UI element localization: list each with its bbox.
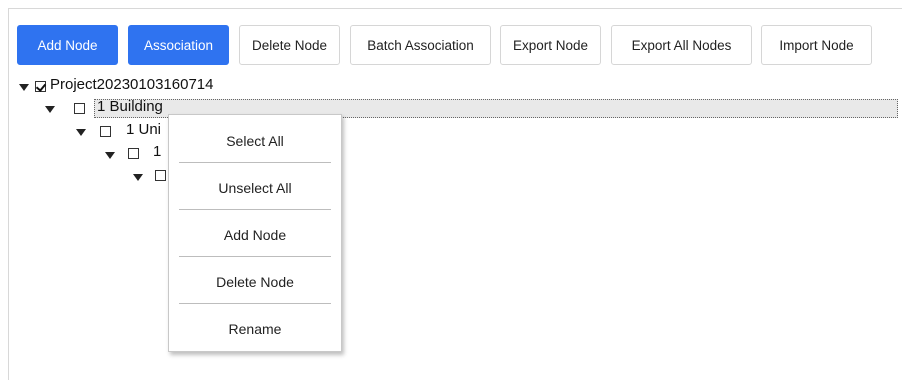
menu-item-rename[interactable]: Rename [179, 305, 331, 352]
tree-node-level3[interactable]: 1 [153, 143, 161, 160]
menu-separator [179, 162, 331, 163]
menu-item-select-all[interactable]: Select All [179, 117, 331, 164]
level4-checkbox[interactable] [155, 170, 166, 181]
expand-caret-icon[interactable] [105, 152, 115, 159]
menu-separator [179, 303, 331, 304]
context-menu: Select All Unselect All Add Node Delete … [168, 114, 342, 352]
expand-caret-icon[interactable] [76, 129, 86, 136]
expand-caret-icon[interactable] [19, 84, 29, 91]
tree-node-unit[interactable]: 1 Uni [126, 121, 161, 138]
menu-item-add-node[interactable]: Add Node [179, 211, 331, 258]
tree-node-project[interactable]: Project20230103160714 [50, 76, 213, 93]
association-button[interactable]: Association [128, 25, 229, 65]
menu-item-unselect-all[interactable]: Unselect All [179, 164, 331, 211]
add-node-button[interactable]: Add Node [17, 25, 118, 65]
batch-association-button[interactable]: Batch Association [350, 25, 491, 65]
level3-checkbox[interactable] [128, 148, 139, 159]
menu-separator [179, 209, 331, 210]
export-all-nodes-button[interactable]: Export All Nodes [611, 25, 752, 65]
menu-separator [179, 256, 331, 257]
panel-left-border [8, 8, 9, 380]
unit-checkbox[interactable] [100, 126, 111, 137]
panel-top-border [8, 8, 902, 9]
project-checkbox[interactable] [35, 81, 46, 92]
menu-item-delete-node[interactable]: Delete Node [179, 258, 331, 305]
expand-caret-icon[interactable] [133, 174, 143, 181]
delete-node-button[interactable]: Delete Node [239, 25, 340, 65]
export-node-button[interactable]: Export Node [500, 25, 601, 65]
import-node-button[interactable]: Import Node [761, 25, 872, 65]
tree-node-building[interactable]: 1 Building [97, 98, 163, 115]
building-checkbox[interactable] [74, 103, 85, 114]
expand-caret-icon[interactable] [45, 106, 55, 113]
